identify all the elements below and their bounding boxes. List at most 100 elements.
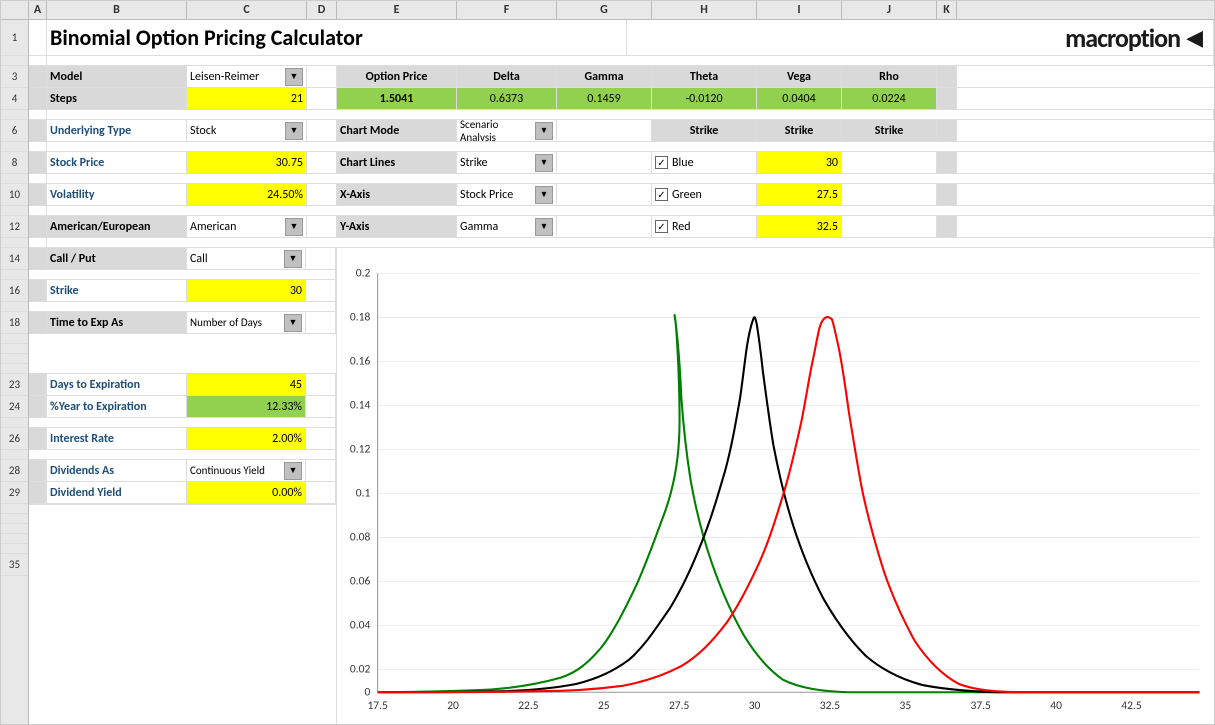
col-header-B: B: [47, 1, 187, 19]
xaxis-dropdown-icon[interactable]: ▼: [535, 186, 553, 204]
interest-rate-value[interactable]: 2.00%: [187, 428, 306, 449]
american-european-dropdown[interactable]: ▼: [285, 218, 303, 236]
model-value-cell[interactable]: Leisen-Reimer ▼: [187, 66, 307, 87]
dividend-yield-value[interactable]: 0.00%: [187, 482, 306, 503]
row-num-4: 4: [1, 88, 28, 110]
param-panel: Call / Put Call ▼: [29, 248, 337, 724]
american-dropdown-icon[interactable]: ▼: [285, 218, 303, 236]
cell-A2: [29, 56, 47, 65]
svg-text:35: 35: [899, 699, 911, 713]
call-put-dropdown[interactable]: ▼: [284, 250, 302, 268]
empty-rows-bottom: [29, 504, 336, 724]
cell-K4: [937, 88, 957, 109]
yaxis-dropdown-icon[interactable]: ▼: [535, 218, 553, 236]
american-european-cell[interactable]: American ▼: [187, 216, 307, 237]
xaxis-value: Stock Price: [460, 188, 513, 202]
chart-mode-dropdown[interactable]: ▼: [535, 122, 553, 140]
y-label-0.08: 0.08: [350, 530, 371, 544]
cell-G6: [557, 120, 652, 141]
row-num-7: [1, 142, 28, 152]
cell-A9: [29, 174, 47, 183]
days-to-exp-value[interactable]: 45: [187, 374, 306, 395]
yaxis-value-cell[interactable]: Gamma ▼: [457, 216, 557, 237]
chart-lines-value: Strike: [460, 156, 488, 170]
dividends-dropdown-icon[interactable]: ▼: [284, 462, 302, 480]
bottom-area: Call / Put Call ▼: [29, 248, 1214, 724]
col-header-F: F: [457, 1, 557, 19]
cell-G12: [557, 216, 652, 237]
green-checkbox[interactable]: ✓: [655, 188, 668, 201]
chart-mode-dropdown-icon[interactable]: ▼: [535, 122, 553, 140]
american-european-label: American/European: [47, 216, 187, 237]
y-label-0.02: 0.02: [350, 662, 371, 676]
y-label-0.04: 0.04: [350, 618, 371, 632]
yaxis-dropdown[interactable]: ▼: [535, 218, 553, 236]
underlying-type-value: Stock: [190, 124, 216, 138]
chart-lines-value-cell[interactable]: Strike ▼: [457, 152, 557, 173]
strike-header-3: Strike: [842, 120, 937, 141]
row-num-34: [1, 544, 28, 554]
chart-lines-dropdown[interactable]: ▼: [535, 154, 553, 172]
blue-label: Blue: [672, 156, 694, 170]
strike-value[interactable]: 30: [187, 280, 306, 301]
row-29: Dividend Yield 0.00%: [29, 482, 336, 504]
time-to-exp-dropdown[interactable]: ▼: [284, 314, 302, 332]
svg-text:30: 30: [749, 699, 761, 713]
model-dropdown-arrow[interactable]: ▼: [285, 68, 303, 86]
cell-A24: [29, 396, 47, 417]
row-num-12: 12: [1, 216, 28, 238]
row-num-1: 1: [1, 20, 28, 56]
green-strike-value[interactable]: 27.5: [757, 184, 842, 205]
row-num-2: [1, 56, 28, 66]
cell-D24: [306, 396, 336, 417]
row-6: Underlying Type Stock ▼ Chart Mode Scena…: [29, 120, 1214, 142]
row-9: [29, 174, 1214, 184]
chart-mode-value-cell[interactable]: Scenario Analysis ▼: [457, 120, 557, 141]
call-put-dropdown-icon[interactable]: ▼: [284, 250, 302, 268]
chart-panel: 0.2 0.18 0.16 0.14 0.12 0.1 0.08 0.06 0.…: [337, 248, 1214, 724]
row-28: Dividends As Continuous Yield ▼: [29, 460, 336, 482]
blue-strike-value[interactable]: 30: [757, 152, 842, 173]
red-checkbox[interactable]: ✓: [655, 220, 668, 233]
row-num-16: 16: [1, 280, 28, 302]
chart-lines-dropdown-icon[interactable]: ▼: [535, 154, 553, 172]
green-checkbox-cell[interactable]: ✓ Green: [652, 184, 757, 205]
results-vega-header: Vega: [757, 66, 842, 87]
model-dropdown-icon[interactable]: ▼: [285, 68, 303, 86]
cell-A16: [29, 280, 47, 301]
blue-checkbox-cell[interactable]: ✓ Blue: [652, 152, 757, 173]
xaxis-value-cell[interactable]: Stock Price ▼: [457, 184, 557, 205]
xaxis-label: X-Axis: [337, 184, 457, 205]
dividends-as-cell[interactable]: Continuous Yield ▼: [187, 460, 306, 481]
time-to-exp-value: Number of Days: [190, 316, 262, 329]
col-header-J: J: [842, 1, 937, 19]
row-num-9: [1, 174, 28, 184]
american-european-value: American: [190, 220, 236, 234]
row-3: Model Leisen-Reimer ▼ Option Price Delta…: [29, 66, 1214, 88]
results-option-price: 1.5041: [337, 88, 457, 109]
row-num-19: [1, 334, 28, 344]
time-to-exp-cell[interactable]: Number of Days ▼: [187, 312, 306, 333]
underlying-type-cell[interactable]: Stock ▼: [187, 120, 307, 141]
row-5: [29, 110, 1214, 120]
red-strike-value[interactable]: 32.5: [757, 216, 842, 237]
steps-value[interactable]: 21: [187, 88, 307, 109]
svg-text:37.5: 37.5: [971, 699, 992, 713]
red-checkbox-cell[interactable]: ✓ Red: [652, 216, 757, 237]
call-put-cell[interactable]: Call ▼: [187, 248, 306, 269]
cell-D29: [306, 482, 336, 503]
volatility-value[interactable]: 24.50%: [187, 184, 307, 205]
cell-B2: [47, 56, 1214, 65]
cell-A3: [29, 66, 47, 87]
stock-price-value[interactable]: 30.75: [187, 152, 307, 173]
xaxis-dropdown[interactable]: ▼: [535, 186, 553, 204]
dividends-as-dropdown[interactable]: ▼: [284, 462, 302, 480]
underlying-type-dropdown[interactable]: ▼: [285, 122, 303, 140]
y-label-0.18: 0.18: [350, 311, 371, 325]
cell-D26: [306, 428, 336, 449]
underlying-dropdown-icon[interactable]: ▼: [285, 122, 303, 140]
time-to-exp-dropdown-icon[interactable]: ▼: [284, 314, 302, 332]
cell-D28: [306, 460, 336, 481]
cell-A23: [29, 374, 47, 395]
blue-checkbox[interactable]: ✓: [655, 156, 668, 169]
